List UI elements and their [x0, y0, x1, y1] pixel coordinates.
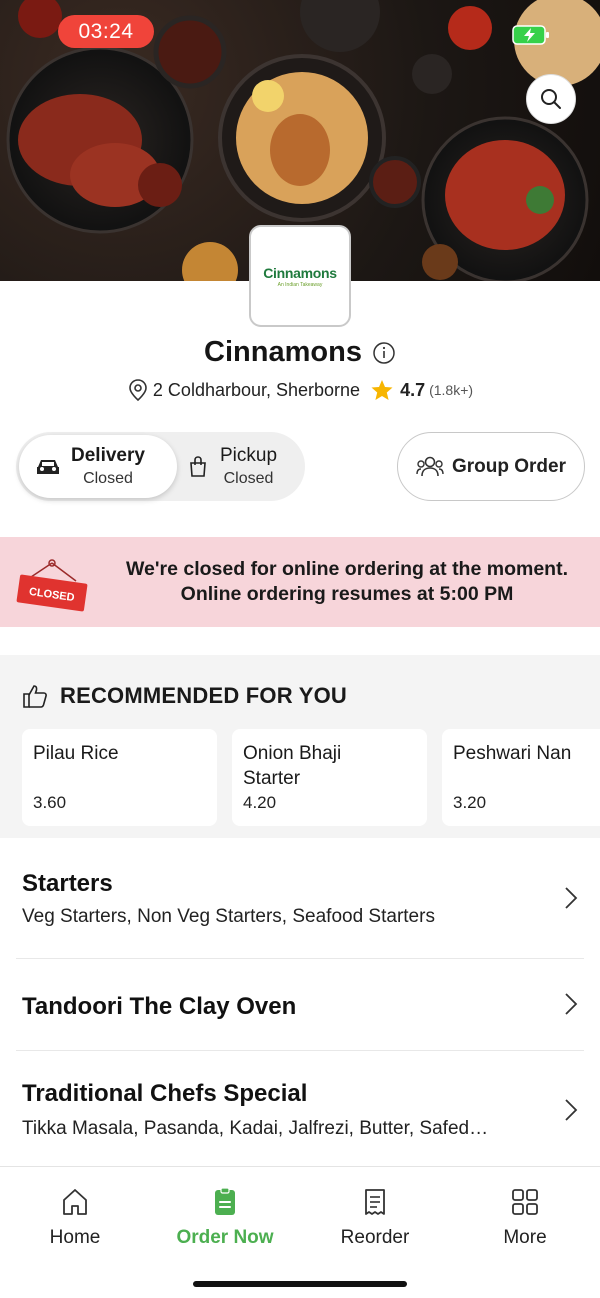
recommended-item[interactable]: Onion Bhaji Starter 4.20: [232, 729, 427, 826]
shopping-bag-icon: [190, 455, 206, 477]
pickup-status: Closed: [223, 470, 274, 487]
order-mode-toggle: Delivery Closed Pickup Closed: [16, 432, 305, 501]
closed-sign-icon: CLOSED: [16, 559, 88, 612]
battery-charging-icon: [512, 25, 549, 45]
recommended-header: RECOMMENDED FOR YOU: [22, 683, 347, 709]
logo-tagline: An Indian Takeaway: [277, 281, 323, 288]
nav-label: More: [503, 1227, 547, 1248]
recommended-item[interactable]: Pilau Rice 3.60: [22, 729, 217, 826]
category-row[interactable]: Tandoori The Clay Oven: [0, 959, 600, 1050]
recommended-item[interactable]: Peshwari Nan 3.20: [442, 729, 600, 826]
group-order-label: Group Order: [451, 455, 566, 477]
info-icon[interactable]: [372, 341, 396, 365]
recommended-item-price: 4.20: [243, 793, 277, 812]
receipt-icon: [365, 1189, 385, 1215]
car-icon: [37, 459, 59, 474]
nav-more[interactable]: More: [450, 1187, 600, 1249]
rating-count: (1.8k+): [429, 382, 474, 398]
order-icon: [215, 1187, 235, 1215]
status-time: 03:24: [58, 15, 154, 48]
category-title: Traditional Chefs Special: [22, 1080, 308, 1107]
delivery-status: Closed: [83, 470, 133, 487]
pickup-title: Pickup: [220, 445, 278, 466]
category-row[interactable]: Starters Veg Starters, Non Veg Starters,…: [0, 838, 600, 958]
nav-label: Reorder: [340, 1227, 410, 1248]
chevron-right-icon: [565, 993, 578, 1015]
location-pin-icon: [129, 379, 147, 402]
nav-label: Home: [49, 1227, 101, 1248]
search-button[interactable]: [526, 74, 576, 124]
recommended-item-name: Onion Bhaji Starter: [243, 743, 342, 789]
bottom-nav: Home Order Now Reorder More: [0, 1166, 600, 1298]
nav-label: Order Now: [176, 1227, 274, 1248]
restaurant-logo: Cinnamons An Indian Takeaway: [249, 225, 351, 327]
address-rating-row: 2 Coldharbour, Sherborne 4.7 (1.8k+): [0, 378, 600, 402]
group-users-icon: [416, 456, 444, 476]
delivery-option[interactable]: Delivery Closed: [19, 435, 177, 498]
closed-message: We're closed for online ordering at the …: [108, 557, 586, 607]
star-icon: [371, 380, 393, 400]
category-title: Tandoori The Clay Oven: [22, 993, 297, 1020]
recommended-section: RECOMMENDED FOR YOU Pilau Rice 3.60 Onio…: [0, 655, 600, 838]
pickup-option[interactable]: Pickup Closed: [186, 435, 302, 498]
logo-wordmark: Cinnamons: [263, 264, 337, 281]
delivery-title: Delivery: [71, 445, 145, 466]
rating-value: 4.7: [400, 379, 426, 400]
search-icon: [541, 89, 561, 109]
home-icon: [63, 1189, 87, 1215]
chevron-right-icon: [565, 1099, 578, 1121]
restaurant-address: 2 Coldharbour, Sherborne: [152, 379, 361, 400]
recommended-item-name: Pilau Rice: [33, 743, 119, 764]
recommended-item-price: 3.60: [33, 793, 67, 812]
closed-message-line1: We're closed for online ordering at the …: [125, 558, 568, 580]
closed-banner: CLOSED We're closed for online ordering …: [0, 537, 600, 627]
closed-message-line2: Online ordering resumes at 5:00 PM: [180, 583, 514, 605]
category-row[interactable]: Traditional Chefs Special Tikka Masala, …: [0, 1051, 600, 1165]
grid-icon: [512, 1189, 538, 1215]
home-indicator: [193, 1281, 407, 1287]
thumbs-up-icon: [23, 685, 47, 708]
nav-order-now[interactable]: Order Now: [150, 1187, 300, 1249]
category-subtitle: Tikka Masala, Pasanda, Kadai, Jalfrezi, …: [22, 1118, 489, 1139]
chevron-right-icon: [565, 887, 578, 909]
restaurant-name: Cinnamons: [204, 336, 362, 368]
group-order-button[interactable]: Group Order: [397, 432, 585, 501]
recommended-item-name: Peshwari Nan: [453, 743, 572, 764]
category-subtitle: Veg Starters, Non Veg Starters, Seafood …: [22, 906, 435, 927]
category-title: Starters: [22, 870, 113, 897]
nav-home[interactable]: Home: [0, 1187, 150, 1249]
recommended-heading: RECOMMENDED FOR YOU: [60, 683, 347, 708]
nav-reorder[interactable]: Reorder: [300, 1187, 450, 1249]
recommended-item-price: 3.20: [453, 793, 487, 812]
restaurant-name-row: Cinnamons: [0, 336, 600, 369]
